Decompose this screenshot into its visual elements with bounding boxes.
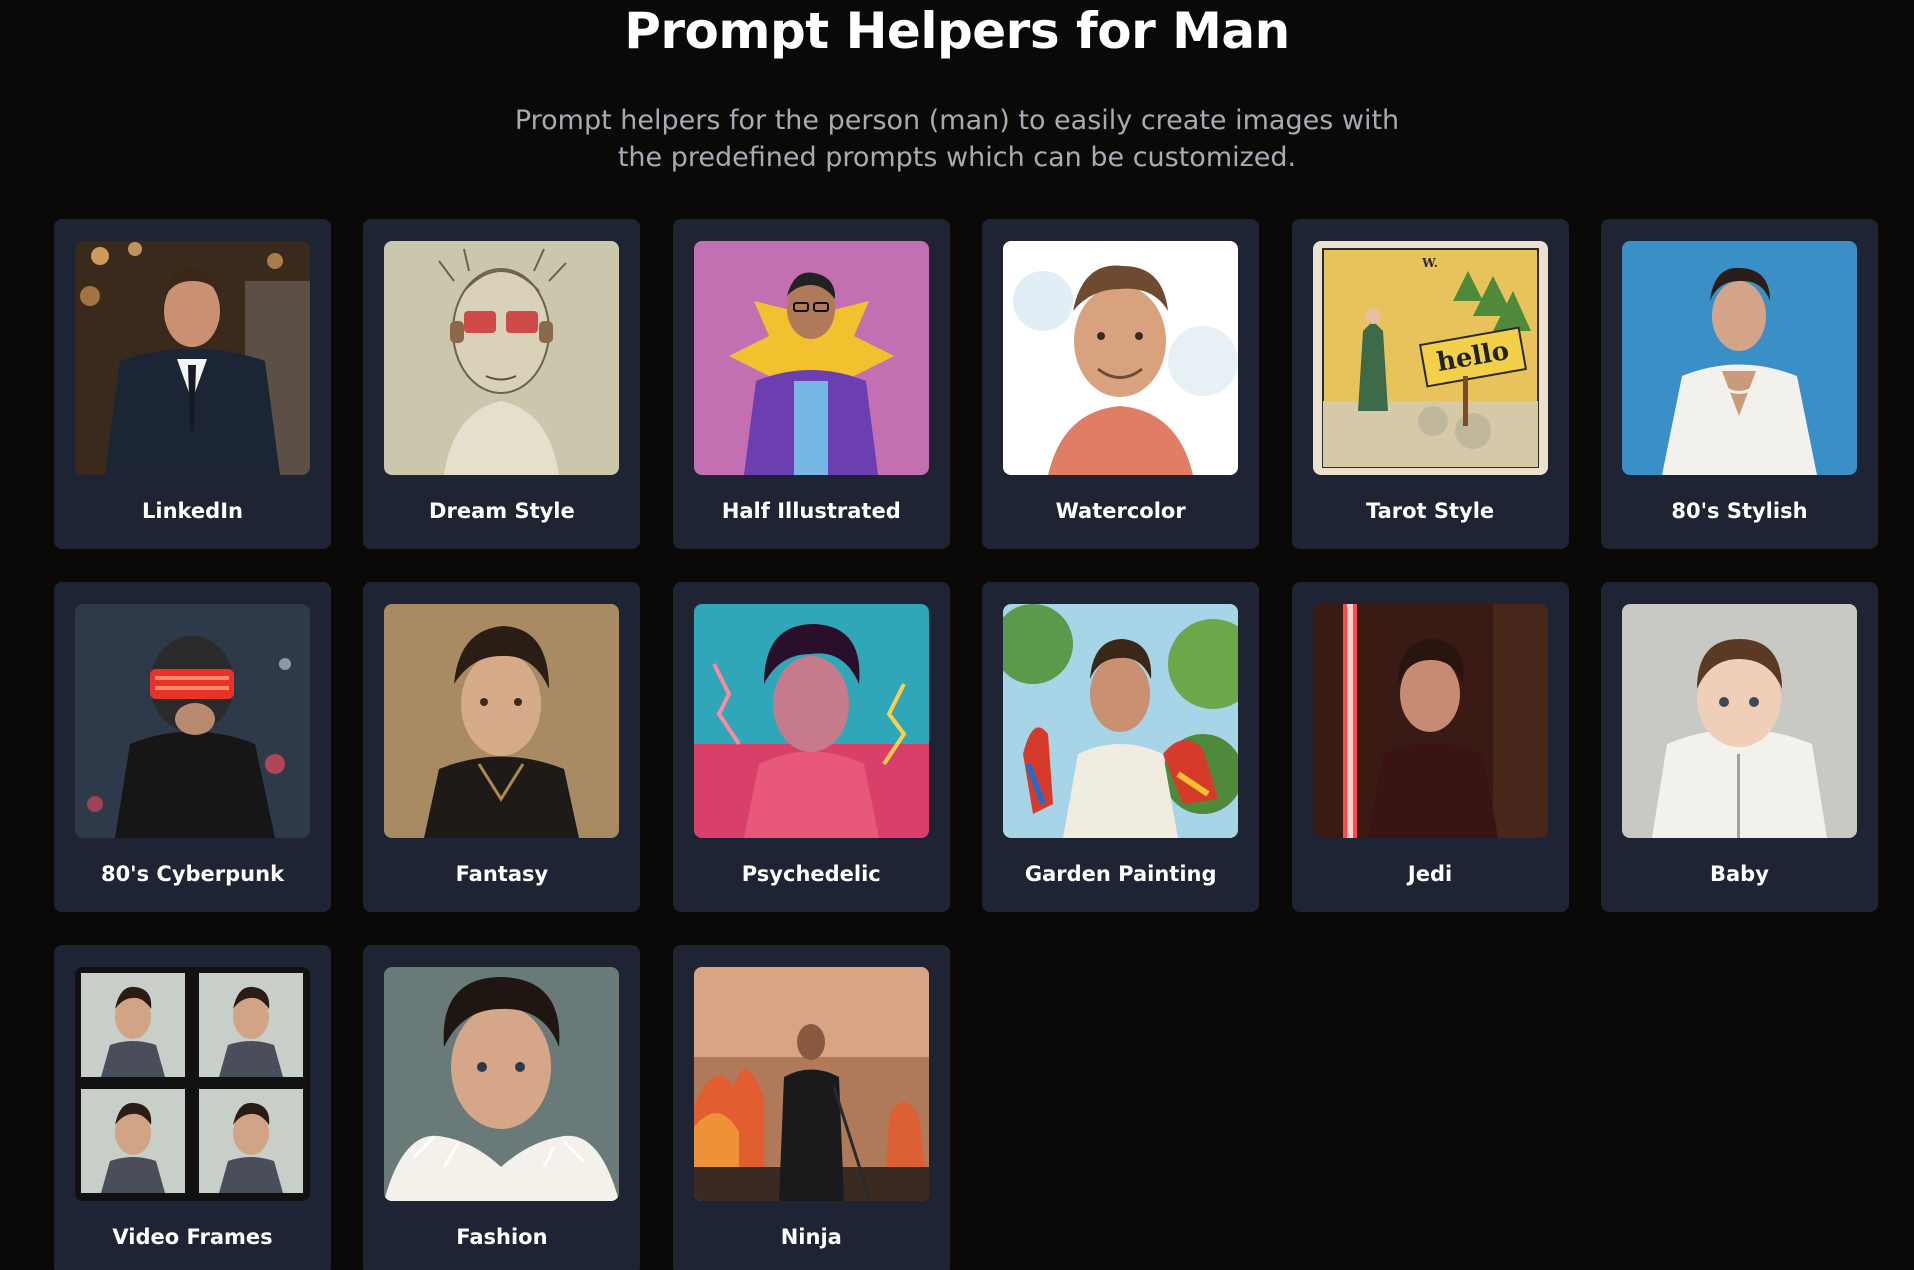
prompt-card-fantasy[interactable]: Fantasy (363, 582, 641, 912)
prompt-card-80s-cyberpunk[interactable]: 80's Cyberpunk (54, 582, 331, 912)
prompt-card-garden-painting[interactable]: Garden Painting (982, 582, 1260, 912)
prompt-card-watercolor[interactable]: Watercolor (982, 219, 1260, 549)
tarot-card-mark: W. (1421, 256, 1438, 270)
prompt-card-psychedelic[interactable]: Psychedelic (672, 582, 950, 912)
video-frames-preview-image (75, 967, 310, 1201)
prompt-card-label: Video Frames (112, 1225, 273, 1249)
prompt-helper-grid: LinkedIn Dream Style Half Illustrated Wa… (54, 219, 1878, 1270)
page: Prompt Helpers for Man Prompt helpers fo… (0, 0, 1914, 1270)
psychedelic-preview-image (693, 604, 929, 838)
prompt-card-linkedin[interactable]: LinkedIn (54, 219, 331, 549)
prompt-card-label: 80's Cyberpunk (100, 862, 285, 886)
prompt-card-80s-stylish[interactable]: 80's Stylish (1600, 219, 1878, 549)
80s-stylish-preview-image (1621, 241, 1857, 475)
watercolor-preview-image (1003, 241, 1239, 475)
prompt-card-label: 80's Stylish (1671, 499, 1808, 523)
prompt-card-label: Psychedelic (741, 862, 881, 886)
garden-painting-preview-image (1003, 604, 1239, 838)
baby-preview-image (1621, 604, 1857, 838)
subtitle-line-1: Prompt helpers for the person (man) to e… (514, 105, 1400, 136)
page-subtitle: Prompt helpers for the person (man) to e… (457, 102, 1457, 176)
fashion-preview-image (384, 967, 620, 1201)
prompt-card-label: Dream Style (429, 499, 575, 523)
prompt-card-video-frames[interactable]: Video Frames (54, 945, 331, 1270)
prompt-card-label: Baby (1710, 862, 1769, 886)
prompt-card-label: Half Illustrated (721, 499, 901, 523)
prompt-card-label: LinkedIn (142, 499, 243, 523)
page-title: Prompt Helpers for Man (624, 2, 1290, 60)
prompt-card-label: Watercolor (1055, 499, 1186, 523)
dream-style-preview-image (384, 241, 620, 475)
jedi-preview-image (1312, 604, 1548, 838)
prompt-card-label: Ninja (780, 1225, 842, 1249)
prompt-card-label: Jedi (1407, 862, 1453, 886)
80s-cyberpunk-preview-image (75, 604, 310, 838)
half-illustrated-preview-image (693, 241, 929, 475)
tarot-style-preview-image: W. hello (1312, 241, 1548, 475)
ninja-preview-image (693, 967, 929, 1201)
prompt-card-ninja[interactable]: Ninja (672, 945, 950, 1270)
prompt-card-half-illustrated[interactable]: Half Illustrated (672, 219, 950, 549)
prompt-card-label: Fantasy (455, 862, 549, 886)
prompt-card-dream-style[interactable]: Dream Style (363, 219, 641, 549)
prompt-card-tarot-style[interactable]: W. hello Tarot Style (1291, 219, 1569, 549)
prompt-card-baby[interactable]: Baby (1600, 582, 1878, 912)
fantasy-preview-image (384, 604, 620, 838)
linkedin-preview-image (75, 241, 310, 475)
prompt-card-label: Tarot Style (1365, 499, 1495, 523)
prompt-card-label: Garden Painting (1024, 862, 1217, 886)
prompt-card-fashion[interactable]: Fashion (363, 945, 641, 1270)
prompt-card-jedi[interactable]: Jedi (1291, 582, 1569, 912)
prompt-card-label: Fashion (456, 1225, 548, 1249)
subtitle-line-2: the predefined prompts which can be cust… (617, 142, 1297, 173)
